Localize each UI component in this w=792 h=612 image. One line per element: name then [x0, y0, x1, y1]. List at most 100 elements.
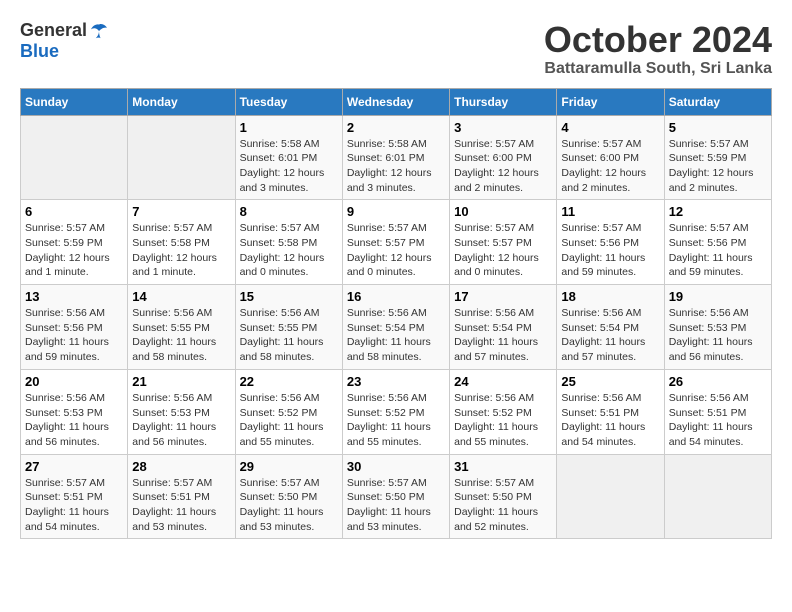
calendar-cell: 13Sunrise: 5:56 AMSunset: 5:56 PMDayligh… [21, 285, 128, 370]
day-info: Sunrise: 5:57 AMSunset: 5:51 PMDaylight:… [132, 476, 230, 535]
day-info: Sunrise: 5:57 AMSunset: 5:50 PMDaylight:… [454, 476, 552, 535]
day-info: Sunrise: 5:56 AMSunset: 5:52 PMDaylight:… [240, 391, 338, 450]
day-info: Sunrise: 5:57 AMSunset: 5:59 PMDaylight:… [669, 137, 767, 196]
day-info: Sunrise: 5:56 AMSunset: 5:53 PMDaylight:… [669, 306, 767, 365]
calendar-cell: 20 Sunrise: 5:56 AMSunset: 5:53 PMDayligh… [21, 369, 128, 454]
calendar-cell: 26Sunrise: 5:56 AMSunset: 5:51 PMDayligh… [664, 369, 771, 454]
day-number: 9 [347, 204, 445, 219]
header-monday: Monday [128, 88, 235, 115]
day-info: Sunrise: 5:56 AMSunset: 5:52 PMDaylight:… [347, 391, 445, 450]
calendar-cell: 21 Sunrise: 5:56 AMSunset: 5:53 PMDayligh… [128, 369, 235, 454]
day-info: Sunrise: 5:57 AMSunset: 5:56 PMDaylight:… [669, 221, 767, 280]
calendar-cell: 6 Sunrise: 5:57 AMSunset: 5:59 PMDaylight… [21, 200, 128, 285]
day-number: 1 [240, 120, 338, 135]
day-number: 28 [132, 459, 230, 474]
logo-bird-icon [89, 23, 109, 39]
calendar-cell: 4 Sunrise: 5:57 AMSunset: 6:00 PMDaylight… [557, 115, 664, 200]
calendar-cell: 3 Sunrise: 5:57 AMSunset: 6:00 PMDaylight… [450, 115, 557, 200]
week-row-1: 1 Sunrise: 5:58 AMSunset: 6:01 PMDaylight… [21, 115, 772, 200]
logo-general-text: General [20, 20, 87, 41]
day-info: Sunrise: 5:56 AMSunset: 5:55 PMDaylight:… [240, 306, 338, 365]
day-info: Sunrise: 5:57 AMSunset: 5:56 PMDaylight:… [561, 221, 659, 280]
day-info: Sunrise: 5:57 AMSunset: 5:58 PMDaylight:… [132, 221, 230, 280]
day-info: Sunrise: 5:56 AMSunset: 5:54 PMDaylight:… [347, 306, 445, 365]
day-info: Sunrise: 5:57 AMSunset: 6:00 PMDaylight:… [561, 137, 659, 196]
calendar-cell: 12 Sunrise: 5:57 AMSunset: 5:56 PMDayligh… [664, 200, 771, 285]
week-row-4: 20 Sunrise: 5:56 AMSunset: 5:53 PMDayligh… [21, 369, 772, 454]
calendar-cell: 28 Sunrise: 5:57 AMSunset: 5:51 PMDayligh… [128, 454, 235, 539]
day-number: 13 [25, 289, 123, 304]
calendar-cell: 23Sunrise: 5:56 AMSunset: 5:52 PMDayligh… [342, 369, 449, 454]
calendar-cell: 18 Sunrise: 5:56 AMSunset: 5:54 PMDayligh… [557, 285, 664, 370]
day-info: Sunrise: 5:56 AMSunset: 5:51 PMDaylight:… [561, 391, 659, 450]
day-info: Sunrise: 5:57 AMSunset: 5:59 PMDaylight:… [25, 221, 123, 280]
day-info: Sunrise: 5:56 AMSunset: 5:53 PMDaylight:… [25, 391, 123, 450]
day-info: Sunrise: 5:57 AMSunset: 6:00 PMDaylight:… [454, 137, 552, 196]
day-number: 12 [669, 204, 767, 219]
day-number: 2 [347, 120, 445, 135]
day-number: 25 [561, 374, 659, 389]
calendar-cell: 8Sunrise: 5:57 AMSunset: 5:58 PMDaylight… [235, 200, 342, 285]
calendar-cell: 19 Sunrise: 5:56 AMSunset: 5:53 PMDayligh… [664, 285, 771, 370]
calendar-cell [21, 115, 128, 200]
day-info: Sunrise: 5:56 AMSunset: 5:54 PMDaylight:… [454, 306, 552, 365]
logo-blue-text: Blue [20, 41, 59, 62]
day-number: 16 [347, 289, 445, 304]
day-info: Sunrise: 5:57 AMSunset: 5:57 PMDaylight:… [454, 221, 552, 280]
logo: General Blue [20, 20, 109, 62]
day-number: 3 [454, 120, 552, 135]
week-row-2: 6 Sunrise: 5:57 AMSunset: 5:59 PMDaylight… [21, 200, 772, 285]
calendar-cell: 11 Sunrise: 5:57 AMSunset: 5:56 PMDayligh… [557, 200, 664, 285]
day-number: 5 [669, 120, 767, 135]
header: General Blue October 2024 Battaramulla S… [20, 20, 772, 78]
day-info: Sunrise: 5:56 AMSunset: 5:54 PMDaylight:… [561, 306, 659, 365]
calendar-cell: 17 Sunrise: 5:56 AMSunset: 5:54 PMDayligh… [450, 285, 557, 370]
calendar-cell: 31 Sunrise: 5:57 AMSunset: 5:50 PMDayligh… [450, 454, 557, 539]
day-number: 18 [561, 289, 659, 304]
day-number: 22 [240, 374, 338, 389]
header-tuesday: Tuesday [235, 88, 342, 115]
calendar-table: SundayMondayTuesdayWednesdayThursdayFrid… [20, 88, 772, 540]
calendar-cell: 29Sunrise: 5:57 AMSunset: 5:50 PMDayligh… [235, 454, 342, 539]
day-number: 4 [561, 120, 659, 135]
day-number: 11 [561, 204, 659, 219]
calendar-cell: 14 Sunrise: 5:56 AMSunset: 5:55 PMDayligh… [128, 285, 235, 370]
calendar-cell: 16 Sunrise: 5:56 AMSunset: 5:54 PMDayligh… [342, 285, 449, 370]
day-info: Sunrise: 5:57 AMSunset: 5:57 PMDaylight:… [347, 221, 445, 280]
day-number: 7 [132, 204, 230, 219]
day-number: 21 [132, 374, 230, 389]
day-number: 6 [25, 204, 123, 219]
calendar-cell: 9 Sunrise: 5:57 AMSunset: 5:57 PMDaylight… [342, 200, 449, 285]
day-info: Sunrise: 5:58 AMSunset: 6:01 PMDaylight:… [240, 137, 338, 196]
day-info: Sunrise: 5:58 AMSunset: 6:01 PMDaylight:… [347, 137, 445, 196]
calendar-cell: 10 Sunrise: 5:57 AMSunset: 5:57 PMDayligh… [450, 200, 557, 285]
calendar-cell: 5 Sunrise: 5:57 AMSunset: 5:59 PMDaylight… [664, 115, 771, 200]
day-number: 20 [25, 374, 123, 389]
header-sunday: Sunday [21, 88, 128, 115]
day-info: Sunrise: 5:56 AMSunset: 5:53 PMDaylight:… [132, 391, 230, 450]
day-number: 8 [240, 204, 338, 219]
calendar-cell: 15Sunrise: 5:56 AMSunset: 5:55 PMDayligh… [235, 285, 342, 370]
day-number: 29 [240, 459, 338, 474]
calendar-cell: 22 Sunrise: 5:56 AMSunset: 5:52 PMDayligh… [235, 369, 342, 454]
header-wednesday: Wednesday [342, 88, 449, 115]
day-number: 10 [454, 204, 552, 219]
month-title: October 2024 [544, 20, 772, 60]
week-row-5: 27Sunrise: 5:57 AMSunset: 5:51 PMDayligh… [21, 454, 772, 539]
header-friday: Friday [557, 88, 664, 115]
day-info: Sunrise: 5:56 AMSunset: 5:52 PMDaylight:… [454, 391, 552, 450]
day-number: 19 [669, 289, 767, 304]
day-info: Sunrise: 5:56 AMSunset: 5:55 PMDaylight:… [132, 306, 230, 365]
day-info: Sunrise: 5:57 AMSunset: 5:50 PMDaylight:… [347, 476, 445, 535]
day-number: 14 [132, 289, 230, 304]
day-number: 31 [454, 459, 552, 474]
calendar-cell: 2 Sunrise: 5:58 AMSunset: 6:01 PMDaylight… [342, 115, 449, 200]
location-title: Battaramulla South, Sri Lanka [544, 60, 772, 78]
day-number: 17 [454, 289, 552, 304]
day-number: 24 [454, 374, 552, 389]
header-saturday: Saturday [664, 88, 771, 115]
calendar-cell: 30Sunrise: 5:57 AMSunset: 5:50 PMDayligh… [342, 454, 449, 539]
calendar-cell: 1 Sunrise: 5:58 AMSunset: 6:01 PMDaylight… [235, 115, 342, 200]
calendar-cell [128, 115, 235, 200]
calendar-cell: 7 Sunrise: 5:57 AMSunset: 5:58 PMDaylight… [128, 200, 235, 285]
